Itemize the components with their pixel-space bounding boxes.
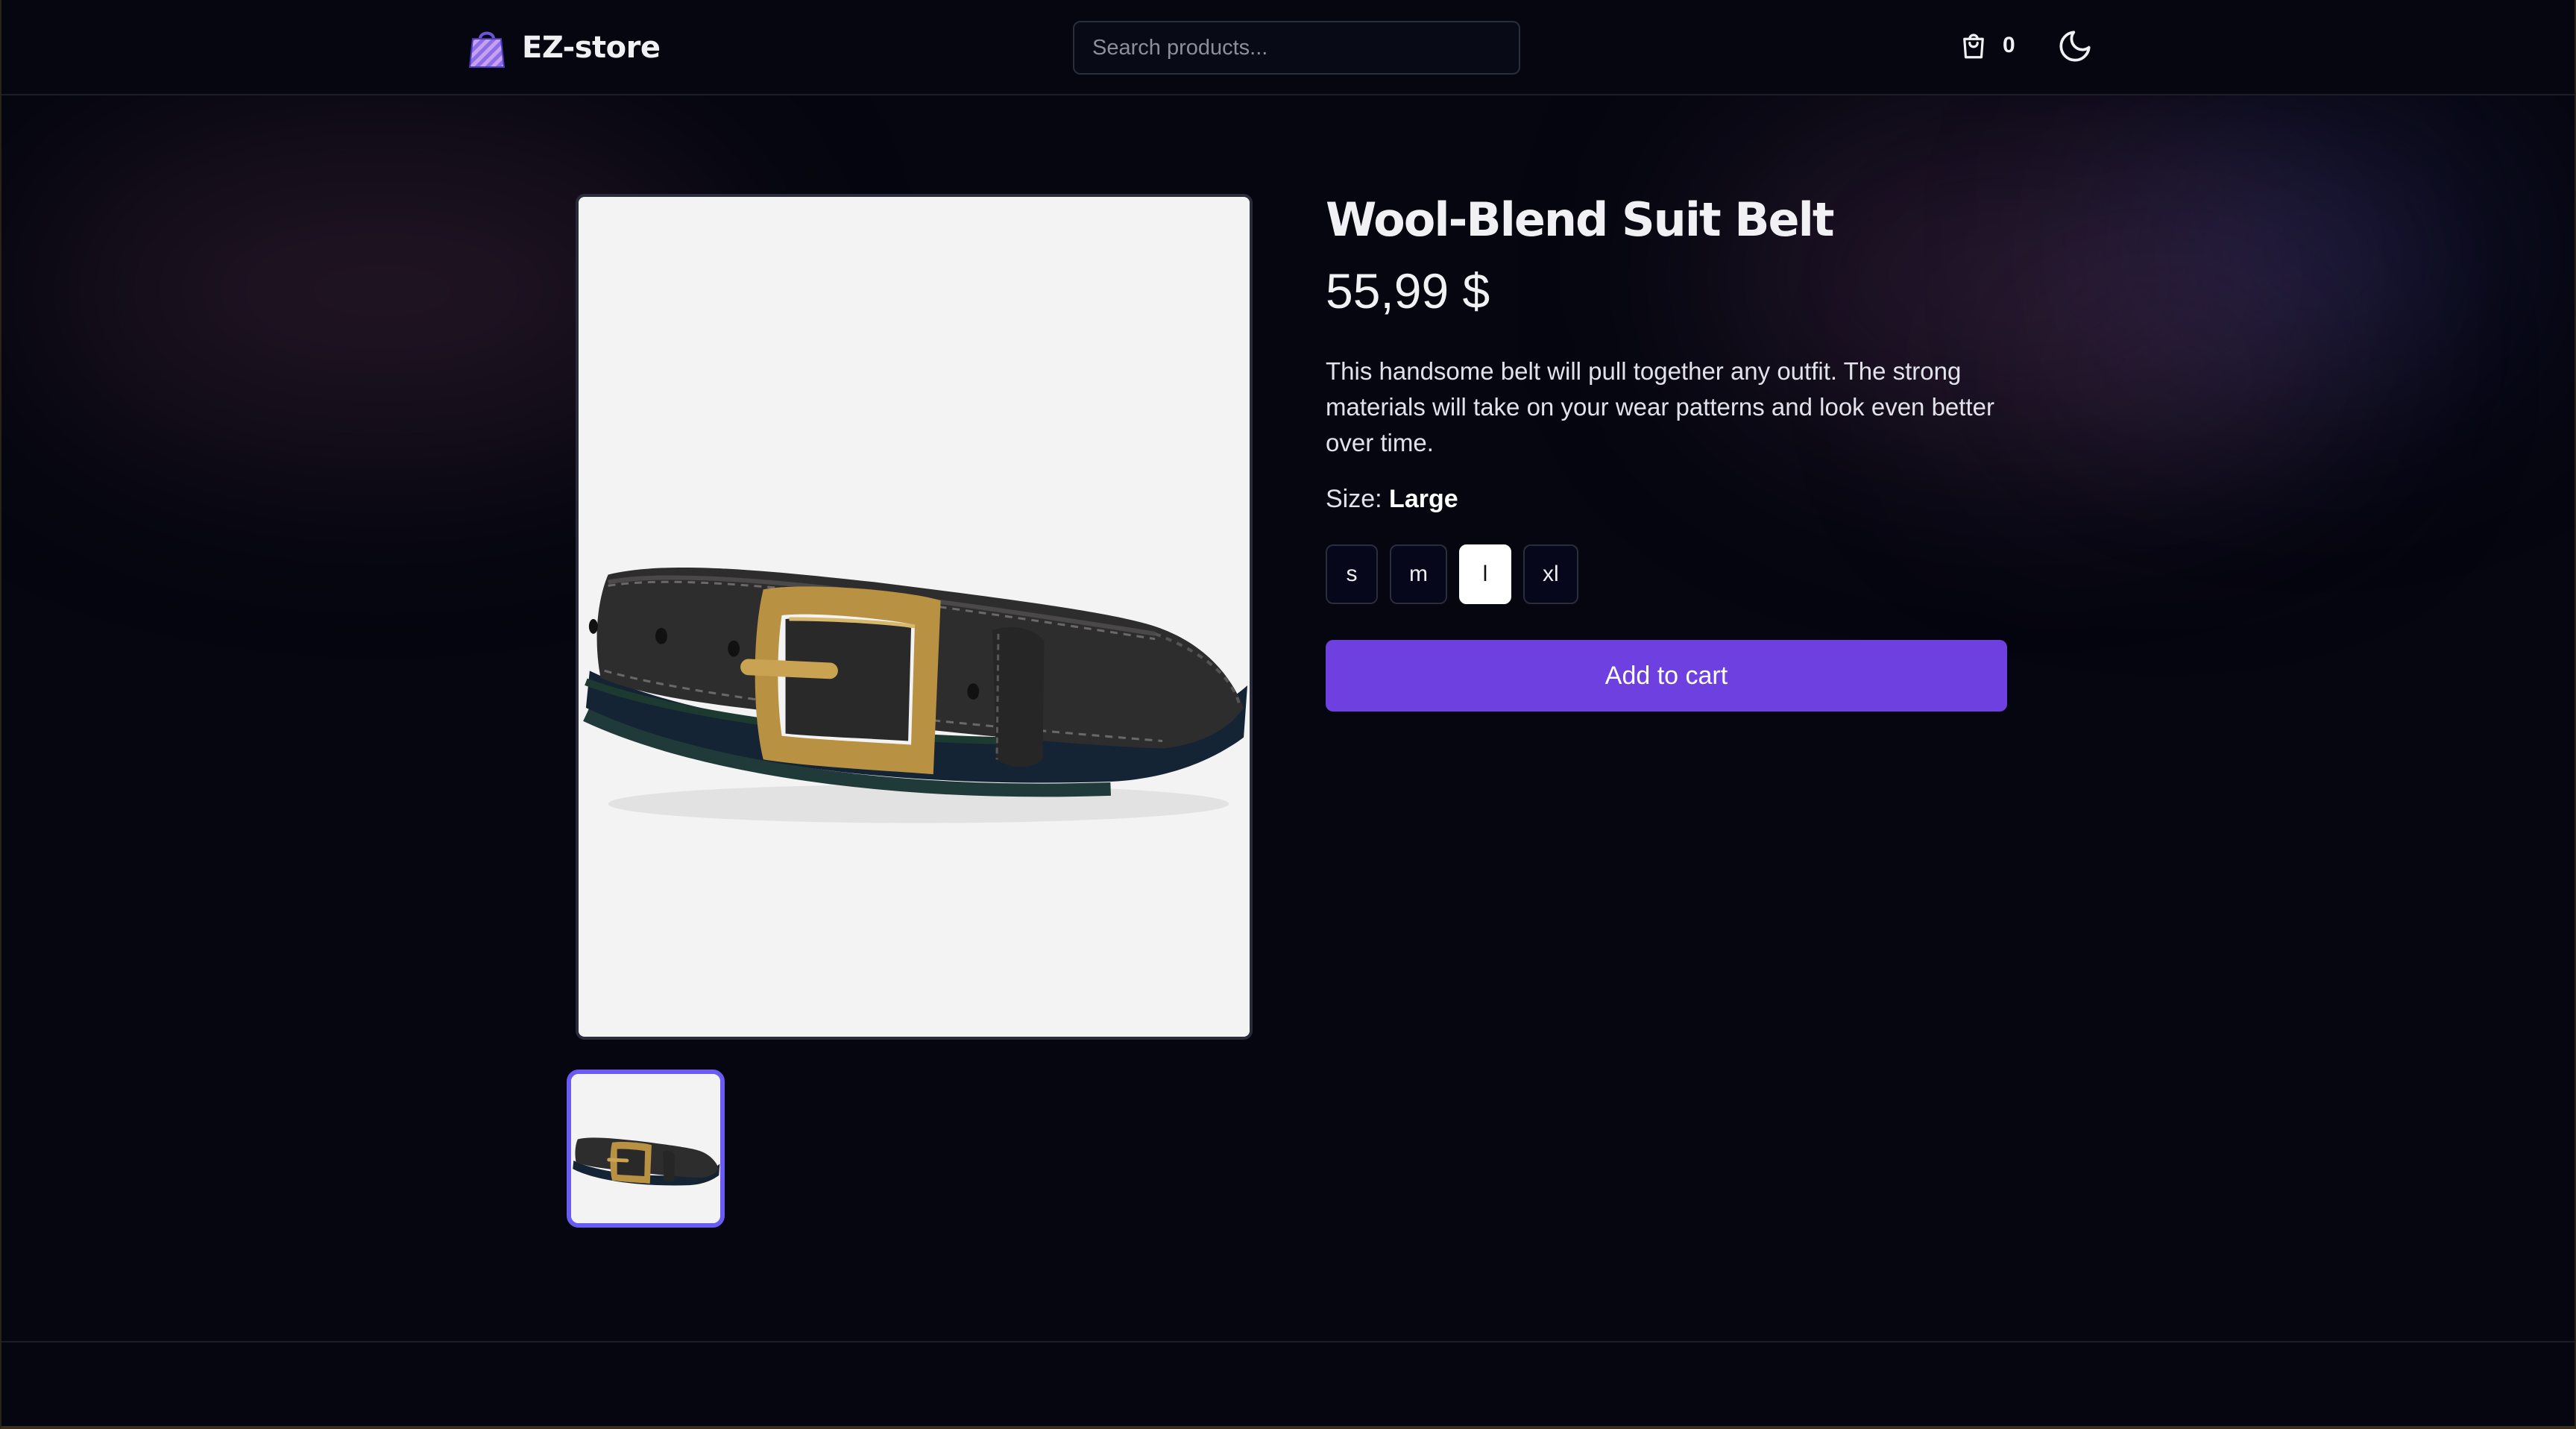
product-description: This handsome belt will pull together an…: [1326, 357, 1994, 456]
size-option-s[interactable]: s: [1326, 544, 1378, 604]
page: EZ-store 0: [0, 0, 2576, 1429]
size-option-xl[interactable]: xl: [1523, 544, 1578, 604]
belt-image: [579, 197, 1250, 1037]
footer-divider: [1, 1341, 2575, 1342]
brand-link[interactable]: EZ-store: [468, 25, 661, 70]
product-main-image: [576, 194, 1253, 1040]
site-header: EZ-store 0: [1, 0, 2575, 95]
cart-icon: [1963, 34, 1984, 59]
add-to-cart-button[interactable]: Add to cart: [1326, 640, 2007, 712]
cart-button[interactable]: 0: [1958, 30, 2015, 61]
background-glow: [2126, 134, 2499, 373]
product-title: Wool-Blend Suit Belt: [1326, 192, 1834, 247]
belt-thumbnail-image: [571, 1074, 720, 1223]
theme-toggle-button[interactable]: [2056, 28, 2094, 65]
size-option-l[interactable]: l: [1459, 544, 1511, 604]
shopping-bag-icon: [468, 31, 506, 68]
size-label-text: Size:: [1326, 485, 1382, 513]
size-selector: s m l xl: [1326, 544, 1578, 604]
background-glow: [1977, 283, 2350, 462]
selected-size-name: Large: [1389, 485, 1458, 513]
product-price: 55,99 $: [1326, 263, 1490, 318]
brand-name: EZ-store: [522, 31, 661, 65]
size-label: Size: Large: [1326, 485, 1458, 514]
product-thumbnail[interactable]: [567, 1070, 725, 1228]
search-input[interactable]: [1073, 21, 1520, 75]
cart-count: 0: [2003, 33, 2015, 57]
moon-icon: [2059, 31, 2091, 62]
size-option-m[interactable]: m: [1390, 544, 1447, 604]
